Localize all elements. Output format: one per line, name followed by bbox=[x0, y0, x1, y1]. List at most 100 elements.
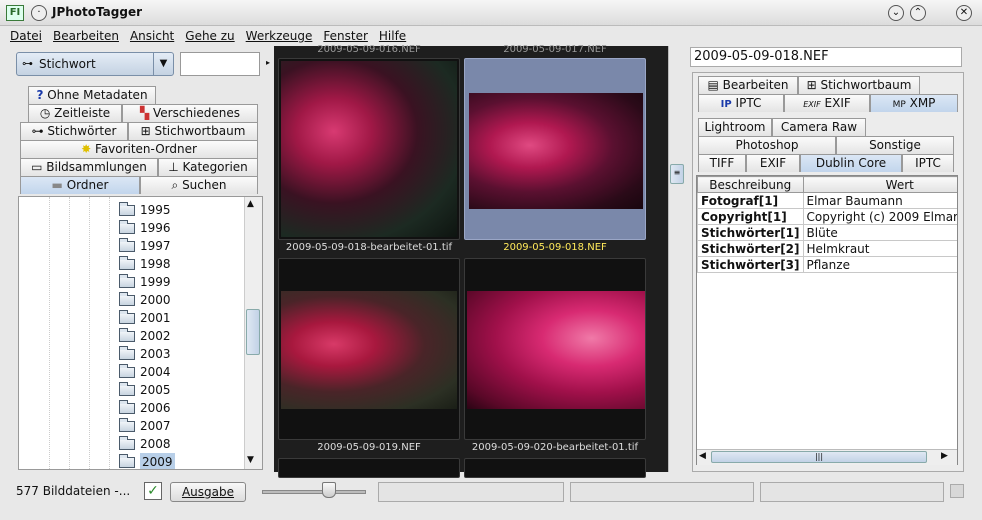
search-type-combo[interactable]: ⊶ Stichwort ▼ bbox=[16, 52, 174, 76]
menu-fenster[interactable]: Fenster bbox=[319, 26, 375, 46]
zoom-slider[interactable] bbox=[262, 490, 366, 494]
folder-icon bbox=[119, 237, 135, 252]
tab-verschiedenes[interactable]: ▚ Verschiedenes bbox=[122, 104, 258, 122]
scroll-thumb[interactable]: ||| bbox=[711, 451, 927, 463]
tab-exif-xmp[interactable]: EXIF bbox=[746, 154, 800, 172]
tree-folder-item[interactable]: 1996 bbox=[119, 219, 171, 237]
scroll-thumb[interactable] bbox=[246, 309, 260, 355]
output-button[interactable]: Ausgabe bbox=[170, 482, 246, 502]
tree-folder-item[interactable]: 2000 bbox=[119, 291, 171, 309]
maximize-button[interactable]: ⌃ bbox=[910, 5, 926, 21]
tab-bearbeiten[interactable]: ▤ Bearbeiten bbox=[698, 76, 798, 94]
window-menu-button[interactable]: · bbox=[31, 5, 47, 21]
tab-iptc-xmp[interactable]: IPTC bbox=[902, 154, 954, 172]
hierarchy-icon: ⊥ bbox=[168, 160, 179, 174]
tree-folder-item[interactable]: 2007 bbox=[119, 417, 171, 435]
close-button[interactable]: ✕ bbox=[956, 5, 972, 21]
minimize-button[interactable]: ⌄ bbox=[888, 5, 904, 21]
tree-folder-item[interactable]: 2001 bbox=[119, 309, 171, 327]
tab-stichwortbaum[interactable]: ⊞ Stichwortbaum bbox=[128, 122, 258, 140]
thumbnail-grid[interactable]: 2009-05-09-016.NEF 2009-05-09-017.NEF 20… bbox=[274, 44, 668, 478]
thumbnail-caption: 2009-05-09-018-bearbeitet-01.tif bbox=[285, 242, 453, 253]
tab-sonstige[interactable]: Sonstige bbox=[836, 136, 954, 154]
table-row[interactable]: Stichwörter[2] Helmkraut bbox=[697, 240, 957, 257]
menu-werkzeuge[interactable]: Werkzeuge bbox=[242, 26, 320, 46]
thumbnail-item[interactable] bbox=[278, 458, 460, 478]
tree-folder-item[interactable]: 2002 bbox=[119, 327, 171, 345]
folder-icon bbox=[119, 399, 135, 414]
iptc-icon: IP bbox=[720, 99, 732, 110]
tab-kategorien[interactable]: ⊥ Kategorien bbox=[158, 158, 258, 176]
key-icon: ⊶ bbox=[31, 124, 44, 138]
grid-scrollbar[interactable]: ≡ bbox=[668, 46, 686, 472]
tab-xmp[interactable]: MP XMP bbox=[870, 94, 958, 112]
tree-folder-item[interactable]: 2004 bbox=[119, 363, 171, 381]
thumbnail-item[interactable] bbox=[464, 258, 646, 440]
tree-folder-item[interactable]: 2008 bbox=[119, 435, 171, 453]
checkbox-checked-icon[interactable]: ✓ bbox=[144, 482, 162, 500]
scroll-thumb[interactable]: ≡ bbox=[670, 164, 684, 184]
thumbnail-item[interactable] bbox=[278, 258, 460, 440]
scroll-down-icon[interactable]: ▼ bbox=[247, 455, 254, 465]
thumbnail-caption: 2009-05-09-016.NEF bbox=[317, 44, 421, 55]
search-input[interactable] bbox=[180, 52, 260, 76]
table-row[interactable]: Fotograf[1] Elmar Baumann bbox=[697, 192, 957, 209]
tab-zeitleiste[interactable]: ◷ Zeitleiste bbox=[28, 104, 122, 122]
tab-bildsammlungen[interactable]: ▭ Bildsammlungen bbox=[20, 158, 158, 176]
menu-ansicht[interactable]: Ansicht bbox=[126, 26, 181, 46]
collapse-arrow-icon[interactable]: ▸ bbox=[266, 58, 270, 67]
thumbnail-item[interactable] bbox=[278, 58, 460, 240]
folder-icon: ▬ bbox=[51, 178, 63, 192]
metadata-table[interactable]: Beschreibung Wert Fotograf[1] Elmar Bauma… bbox=[696, 175, 958, 465]
tab-suchen[interactable]: ⌕ Suchen bbox=[140, 176, 258, 194]
tree-folder-item[interactable]: 1999 bbox=[119, 273, 171, 291]
menu-datei[interactable]: Datei bbox=[6, 26, 49, 46]
tab-photoshop[interactable]: Photoshop bbox=[698, 136, 836, 154]
tree-folder-item[interactable]: 2005 bbox=[119, 381, 171, 399]
tab-stichwoerter[interactable]: ⊶ Stichwörter bbox=[20, 122, 128, 140]
folder-tree[interactable]: 1995 1996 1997 1998 1999 2000 2001 2002 2003 2004… bbox=[18, 196, 263, 470]
table-row[interactable]: Stichwörter[1] Blüte bbox=[697, 224, 957, 241]
tab-dublin-core[interactable]: Dublin Core bbox=[800, 154, 902, 172]
tab-iptc[interactable]: IP IPTC bbox=[698, 94, 784, 112]
thumbnail-item-selected[interactable] bbox=[464, 58, 646, 240]
tab-tiff[interactable]: TIFF bbox=[698, 154, 746, 172]
tree-folder-label: 2003 bbox=[140, 347, 171, 361]
menu-hilfe[interactable]: Hilfe bbox=[375, 26, 413, 46]
tree-folder-item[interactable]: 2003 bbox=[119, 345, 171, 363]
folder-icon bbox=[119, 255, 135, 270]
zoom-slider-thumb[interactable] bbox=[321, 482, 336, 498]
progress-stop-icon[interactable] bbox=[950, 484, 964, 498]
scroll-right-icon[interactable]: ▶ bbox=[941, 451, 948, 461]
tab-ohne-metadaten[interactable]: ? Ohne Metadaten bbox=[28, 86, 156, 104]
tree-scrollbar[interactable]: ▲ ▼ bbox=[244, 197, 262, 469]
tree-folder-item[interactable]: 1998 bbox=[119, 255, 171, 273]
tab-ordner[interactable]: ▬ Ordner bbox=[20, 176, 140, 194]
column-header-wert[interactable]: Wert bbox=[802, 176, 957, 193]
column-header-beschreibung[interactable]: Beschreibung bbox=[697, 176, 804, 193]
table-row[interactable]: Stichwörter[3] Pflanze bbox=[697, 256, 957, 273]
chevron-down-icon[interactable]: ▼ bbox=[153, 53, 173, 75]
menu-gehe-zu[interactable]: Gehe zu bbox=[181, 26, 241, 46]
scroll-up-icon[interactable]: ▲ bbox=[247, 199, 254, 209]
tab-lightroom[interactable]: Lightroom bbox=[698, 118, 772, 136]
xmp-icon: MP bbox=[892, 100, 906, 110]
tab-favoriten-ordner[interactable]: ✸ Favoriten-Ordner bbox=[20, 140, 258, 158]
magnifier-icon: ⌕ bbox=[171, 178, 179, 192]
folder-icon bbox=[119, 219, 135, 234]
table-horizontal-scrollbar[interactable]: ◀ ||| ▶ bbox=[697, 449, 957, 465]
tree-folder-item[interactable]: 1995 bbox=[119, 201, 171, 219]
scroll-left-icon[interactable]: ◀ bbox=[699, 451, 706, 461]
menu-bearbeiten[interactable]: Bearbeiten bbox=[49, 26, 126, 46]
tab-label: Ordner bbox=[66, 178, 109, 192]
folder-icon bbox=[119, 417, 135, 432]
tree-folder-item[interactable]: 2009 bbox=[119, 453, 175, 469]
thumbnail-item[interactable] bbox=[464, 458, 646, 478]
tab-label: Bearbeiten bbox=[722, 78, 789, 92]
tab-camera-raw[interactable]: Camera Raw bbox=[772, 118, 866, 136]
tree-folder-item[interactable]: 2006 bbox=[119, 399, 171, 417]
tree-folder-item[interactable]: 1997 bbox=[119, 237, 171, 255]
table-row[interactable]: Copyright[1]Copyright (c) 2009 Elmar Ba bbox=[697, 208, 957, 225]
tab-stichwortbaum-right[interactable]: ⊞ Stichwortbaum bbox=[798, 76, 920, 94]
tab-exif[interactable]: EXIF EXIF bbox=[784, 94, 870, 112]
